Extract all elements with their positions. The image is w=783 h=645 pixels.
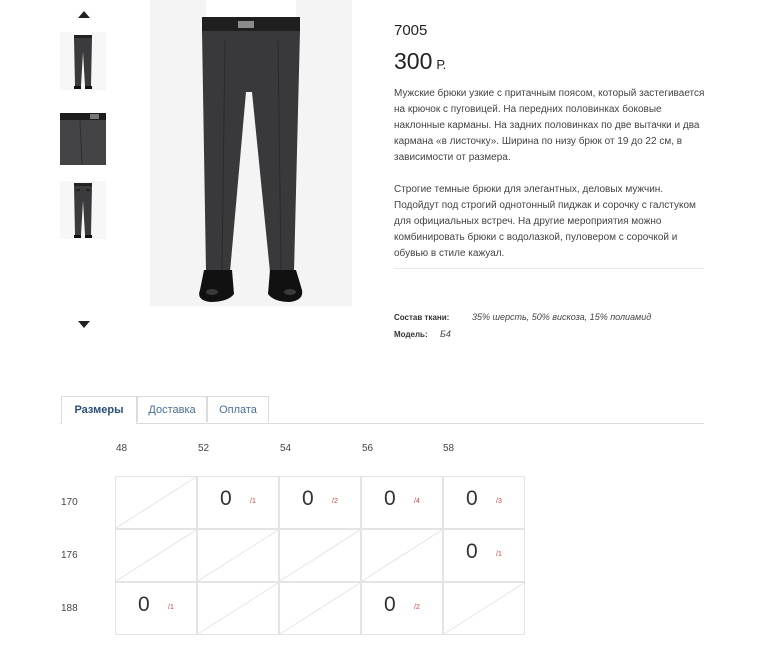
height-row-header: 176 — [61, 550, 78, 561]
description-paragraph: Строгие темные брюки для элегантных, дел… — [394, 184, 696, 259]
unavailable-slash-icon — [444, 583, 524, 634]
gallery-up-arrow-icon[interactable] — [78, 11, 90, 18]
size-cell-unavailable — [115, 476, 197, 529]
size-cell-stock: /3 — [496, 498, 502, 505]
size-cell-unavailable — [197, 529, 279, 582]
unavailable-slash-icon — [198, 583, 278, 634]
info-tabs: Размеры Доставка Оплата — [60, 396, 704, 424]
size-cell-quantity: 0 — [384, 487, 396, 510]
unavailable-slash-icon — [116, 530, 196, 581]
size-cell-available[interactable]: 0/1 — [197, 476, 279, 529]
thumbnail-waist[interactable] — [60, 107, 106, 165]
unavailable-slash-icon — [198, 530, 278, 581]
size-column-header: 54 — [280, 443, 292, 454]
fabric-label: Состав ткани: — [394, 313, 450, 322]
size-cell-quantity: 0 — [466, 487, 478, 510]
divider — [394, 268, 704, 269]
fabric-value: 35% шерсть, 50% вискоза, 15% полиамид — [472, 312, 652, 322]
size-availability-grid: 0/1 0/2 0/4 0/3 0/1 0/1 0/2 — [115, 476, 526, 636]
size-cell-unavailable — [115, 529, 197, 582]
size-cell-quantity: 0 — [384, 593, 396, 616]
price-currency: Р. — [436, 57, 447, 72]
unavailable-slash-icon — [280, 583, 360, 634]
size-cell-quantity: 0 — [302, 487, 314, 510]
size-column-header: 52 — [198, 443, 210, 454]
unavailable-slash-icon — [280, 530, 360, 581]
size-column-header: 56 — [362, 443, 374, 454]
description-paragraph: Мужские брюки узкие с притачным поясом, … — [394, 88, 705, 163]
unavailable-slash-icon — [362, 530, 442, 581]
size-cell-unavailable — [361, 529, 443, 582]
size-cell-available[interactable]: 0/1 — [443, 529, 525, 582]
tab-sizes[interactable]: Размеры — [61, 396, 137, 424]
height-row-header: 188 — [61, 603, 78, 614]
thumbnail-back[interactable] — [60, 181, 106, 239]
size-cell-stock: /1 — [250, 498, 256, 505]
size-cell-available[interactable]: 0/1 — [115, 582, 197, 635]
size-cell-stock: /1 — [496, 551, 502, 558]
size-cell-available[interactable]: 0/3 — [443, 476, 525, 529]
price-value: 300 — [394, 48, 433, 74]
size-cell-stock: /1 — [168, 604, 174, 611]
model-label: Модель: — [394, 330, 428, 339]
size-cell-quantity: 0 — [220, 487, 232, 510]
size-cell-unavailable — [279, 529, 361, 582]
height-row-header: 170 — [61, 497, 78, 508]
size-cell-available[interactable]: 0/2 — [279, 476, 361, 529]
unavailable-slash-icon — [116, 477, 196, 528]
thumbnail-front[interactable] — [60, 32, 106, 90]
size-column-header: 48 — [116, 443, 128, 454]
size-cell-unavailable — [197, 582, 279, 635]
size-cell-available[interactable]: 0/2 — [361, 582, 443, 635]
size-cell-stock: /4 — [414, 498, 420, 505]
size-cell-unavailable — [279, 582, 361, 635]
product-code: 7005 — [394, 22, 428, 39]
size-cell-unavailable — [443, 582, 525, 635]
product-description: Мужские брюки узкие с притачным поясом, … — [394, 86, 706, 278]
tab-payment[interactable]: Оплата — [207, 396, 269, 422]
product-main-photo — [150, 0, 352, 306]
product-price: 300 Р. — [394, 48, 446, 75]
size-cell-quantity: 0 — [466, 540, 478, 563]
size-cell-quantity: 0 — [138, 593, 150, 616]
tab-delivery[interactable]: Доставка — [137, 396, 207, 422]
size-cell-stock: /2 — [414, 604, 420, 611]
size-column-header: 58 — [443, 443, 455, 454]
gallery-down-arrow-icon[interactable] — [78, 321, 90, 328]
model-value: Б4 — [440, 329, 451, 339]
size-cell-stock: /2 — [332, 498, 338, 505]
size-cell-available[interactable]: 0/4 — [361, 476, 443, 529]
